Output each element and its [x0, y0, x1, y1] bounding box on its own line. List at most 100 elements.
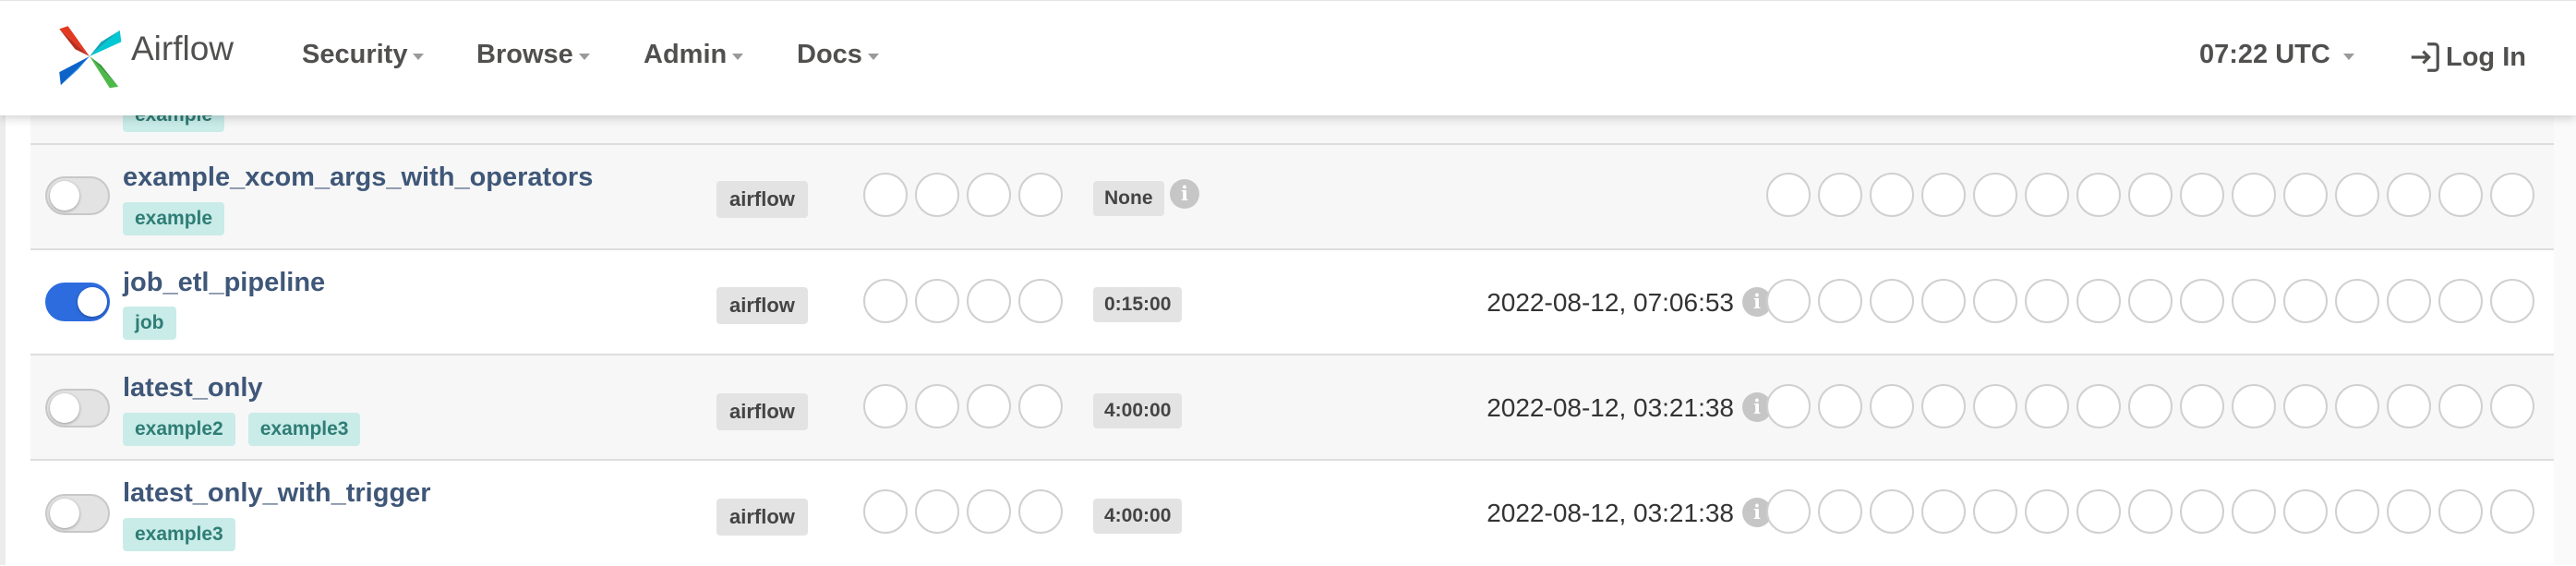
task-status-circle[interactable] — [1818, 384, 1862, 428]
pause-toggle[interactable] — [45, 176, 110, 215]
pause-toggle[interactable] — [45, 389, 110, 428]
task-status-circle[interactable] — [2025, 173, 2069, 217]
owner-badge[interactable]: airflow — [716, 393, 808, 430]
dag-link[interactable]: latest_only — [123, 373, 263, 403]
nav-admin[interactable]: Admin — [644, 40, 744, 70]
task-status-circle[interactable] — [2438, 384, 2483, 428]
task-status-circle[interactable] — [2283, 384, 2328, 428]
dag-run-status-circle[interactable] — [863, 279, 908, 323]
task-status-circle[interactable] — [2283, 173, 2328, 217]
task-status-circle[interactable] — [1870, 279, 1914, 323]
task-status-circle[interactable] — [2490, 489, 2534, 534]
task-status-circle[interactable] — [1766, 384, 1811, 428]
dag-run-status-circle[interactable] — [915, 489, 959, 534]
task-status-circle[interactable] — [1870, 489, 1914, 534]
task-status-circle[interactable] — [1766, 173, 1811, 217]
brand-logo-link[interactable]: Airflow — [54, 19, 234, 93]
task-status-circle[interactable] — [1921, 173, 1966, 217]
task-status-circle[interactable] — [2076, 384, 2121, 428]
dag-run-status-circle[interactable] — [1018, 489, 1063, 534]
task-status-circle[interactable] — [1921, 279, 1966, 323]
pause-toggle[interactable] — [45, 283, 110, 321]
task-status-circle[interactable] — [2076, 279, 2121, 323]
pause-toggle[interactable] — [45, 494, 110, 533]
nav-security[interactable]: Security — [302, 40, 425, 70]
dag-run-status-circle[interactable] — [863, 489, 908, 534]
task-status-circle[interactable] — [2283, 279, 2328, 323]
task-status-circle[interactable] — [1973, 384, 2017, 428]
task-status-circle[interactable] — [2387, 489, 2431, 534]
task-status-circle[interactable] — [2232, 384, 2276, 428]
dag-run-status-circle[interactable] — [915, 279, 959, 323]
dag-run-status-circle[interactable] — [863, 173, 908, 217]
info-icon[interactable]: i — [1170, 179, 1199, 209]
task-status-circle[interactable] — [2076, 489, 2121, 534]
dag-run-status-circle[interactable] — [967, 384, 1011, 428]
task-status-circle[interactable] — [2025, 384, 2069, 428]
task-status-circle[interactable] — [2076, 173, 2121, 217]
task-status-circle[interactable] — [2490, 384, 2534, 428]
owner-badge[interactable]: airflow — [716, 287, 808, 324]
task-status-circle[interactable] — [2387, 384, 2431, 428]
task-status-circle[interactable] — [2335, 489, 2379, 534]
task-status-circle[interactable] — [1818, 279, 1862, 323]
owner-badge[interactable]: airflow — [716, 499, 808, 536]
dag-run-status-circle[interactable] — [1018, 279, 1063, 323]
task-status-circle[interactable] — [1973, 173, 2017, 217]
dag-link[interactable]: example_xcom_args_with_operators — [123, 163, 593, 193]
task-status-circle[interactable] — [2128, 279, 2173, 323]
task-status-circle[interactable] — [2335, 173, 2379, 217]
task-status-circle[interactable] — [2232, 489, 2276, 534]
task-status-circle[interactable] — [2128, 173, 2173, 217]
task-status-circle[interactable] — [1973, 489, 2017, 534]
task-status-circle[interactable] — [2232, 279, 2276, 323]
task-status-circle[interactable] — [1766, 279, 1811, 323]
task-status-circle[interactable] — [1921, 489, 1966, 534]
dag-tag[interactable]: example — [123, 202, 225, 235]
task-status-circle[interactable] — [2335, 279, 2379, 323]
task-status-circle[interactable] — [2232, 173, 2276, 217]
task-status-circle[interactable] — [1870, 384, 1914, 428]
task-status-circle[interactable] — [2180, 279, 2224, 323]
task-status-circle[interactable] — [1818, 489, 1862, 534]
dag-tag[interactable]: example3 — [247, 413, 361, 446]
task-status-circle[interactable] — [1870, 173, 1914, 217]
dag-tag[interactable]: job — [123, 307, 176, 340]
nav-docs[interactable]: Docs — [797, 40, 879, 70]
login-link[interactable]: Log In — [2407, 40, 2526, 75]
task-status-circle[interactable] — [2180, 173, 2224, 217]
task-status-circle[interactable] — [2438, 173, 2483, 217]
task-status-circle[interactable] — [2025, 489, 2069, 534]
task-status-circle[interactable] — [2283, 489, 2328, 534]
task-status-circle[interactable] — [2128, 384, 2173, 428]
task-status-circle[interactable] — [2335, 384, 2379, 428]
task-status-circle[interactable] — [2180, 384, 2224, 428]
task-status-circle[interactable] — [1973, 279, 2017, 323]
dag-link[interactable]: latest_only_with_trigger — [123, 478, 431, 509]
task-status-circle[interactable] — [1766, 489, 1811, 534]
dag-run-status-circle[interactable] — [1018, 384, 1063, 428]
dag-run-status-circle[interactable] — [967, 173, 1011, 217]
task-status-circle[interactable] — [2180, 489, 2224, 534]
dag-link[interactable]: job_etl_pipeline — [123, 268, 325, 298]
dag-tag[interactable]: example3 — [123, 518, 235, 551]
owner-badge[interactable]: airflow — [716, 181, 808, 218]
dag-run-status-circle[interactable] — [967, 279, 1011, 323]
task-status-circle[interactable] — [2438, 279, 2483, 323]
task-status-circle[interactable] — [2387, 173, 2431, 217]
timezone-dropdown[interactable]: 07:22 UTC — [2199, 40, 2354, 70]
dag-run-status-circle[interactable] — [967, 489, 1011, 534]
task-status-circle[interactable] — [2490, 279, 2534, 323]
task-status-circle[interactable] — [2025, 279, 2069, 323]
task-status-circle[interactable] — [1921, 384, 1966, 428]
dag-run-status-circle[interactable] — [915, 173, 959, 217]
dag-run-status-circle[interactable] — [1018, 173, 1063, 217]
dag-run-status-circle[interactable] — [863, 384, 908, 428]
task-status-circle[interactable] — [2438, 489, 2483, 534]
dag-run-status-circle[interactable] — [915, 384, 959, 428]
nav-browse[interactable]: Browse — [476, 40, 590, 70]
task-status-circle[interactable] — [1818, 173, 1862, 217]
dag-tag[interactable]: example2 — [123, 413, 235, 446]
task-status-circle[interactable] — [2128, 489, 2173, 534]
task-status-circle[interactable] — [2387, 279, 2431, 323]
